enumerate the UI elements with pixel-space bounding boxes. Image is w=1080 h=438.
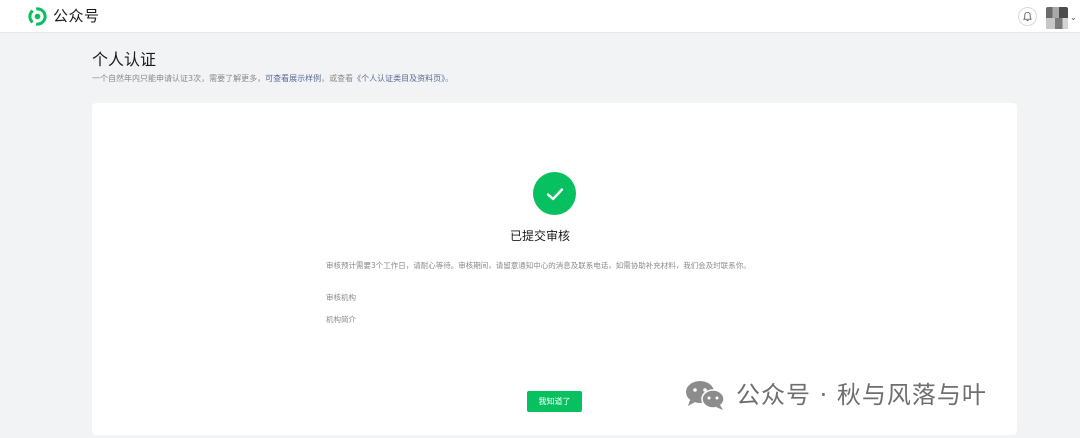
status-description: 审核预计需要3个工作日，请耐心等待。审核期间，请留意通知中心的消息及联系电话，如… (326, 261, 751, 270)
description-text-end: 。 (445, 74, 454, 83)
wechat-icon (686, 381, 725, 410)
wechat-official-accounts-logo[interactable] (28, 7, 47, 26)
description-text-mid: ，或查看 (321, 74, 354, 83)
page-title: 个人认证 (92, 50, 157, 69)
brand-name[interactable]: 公众号 (53, 7, 100, 26)
got-it-button[interactable]: 我知道了 (527, 391, 582, 412)
watermark-text: 公众号 · 秋与风落与叶 (736, 381, 987, 409)
org-intro-label: 机构简介 (326, 315, 356, 324)
category-docs-link[interactable]: 《个人认证类目及资料页》 (353, 74, 445, 83)
status-title: 已提交审核 (509, 229, 570, 243)
top-bar: 公众号 ⌄ (0, 0, 1080, 33)
description-text: 一个自然年内只能申请认证3次，需要了解更多， (92, 74, 266, 83)
watermark: 公众号 · 秋与风落与叶 (684, 377, 987, 413)
review-org-label: 审核机构 (326, 293, 356, 302)
bell-icon[interactable] (1018, 7, 1037, 26)
avatar[interactable] (1046, 7, 1068, 29)
success-check-icon (533, 172, 576, 215)
chevron-down-icon[interactable]: ⌄ (1070, 13, 1077, 22)
page-description: 一个自然年内只能申请认证3次，需要了解更多，可查看展示样例，或查看《个人认证类目… (92, 73, 453, 84)
view-sample-link[interactable]: 可查看展示样例 (265, 74, 321, 83)
